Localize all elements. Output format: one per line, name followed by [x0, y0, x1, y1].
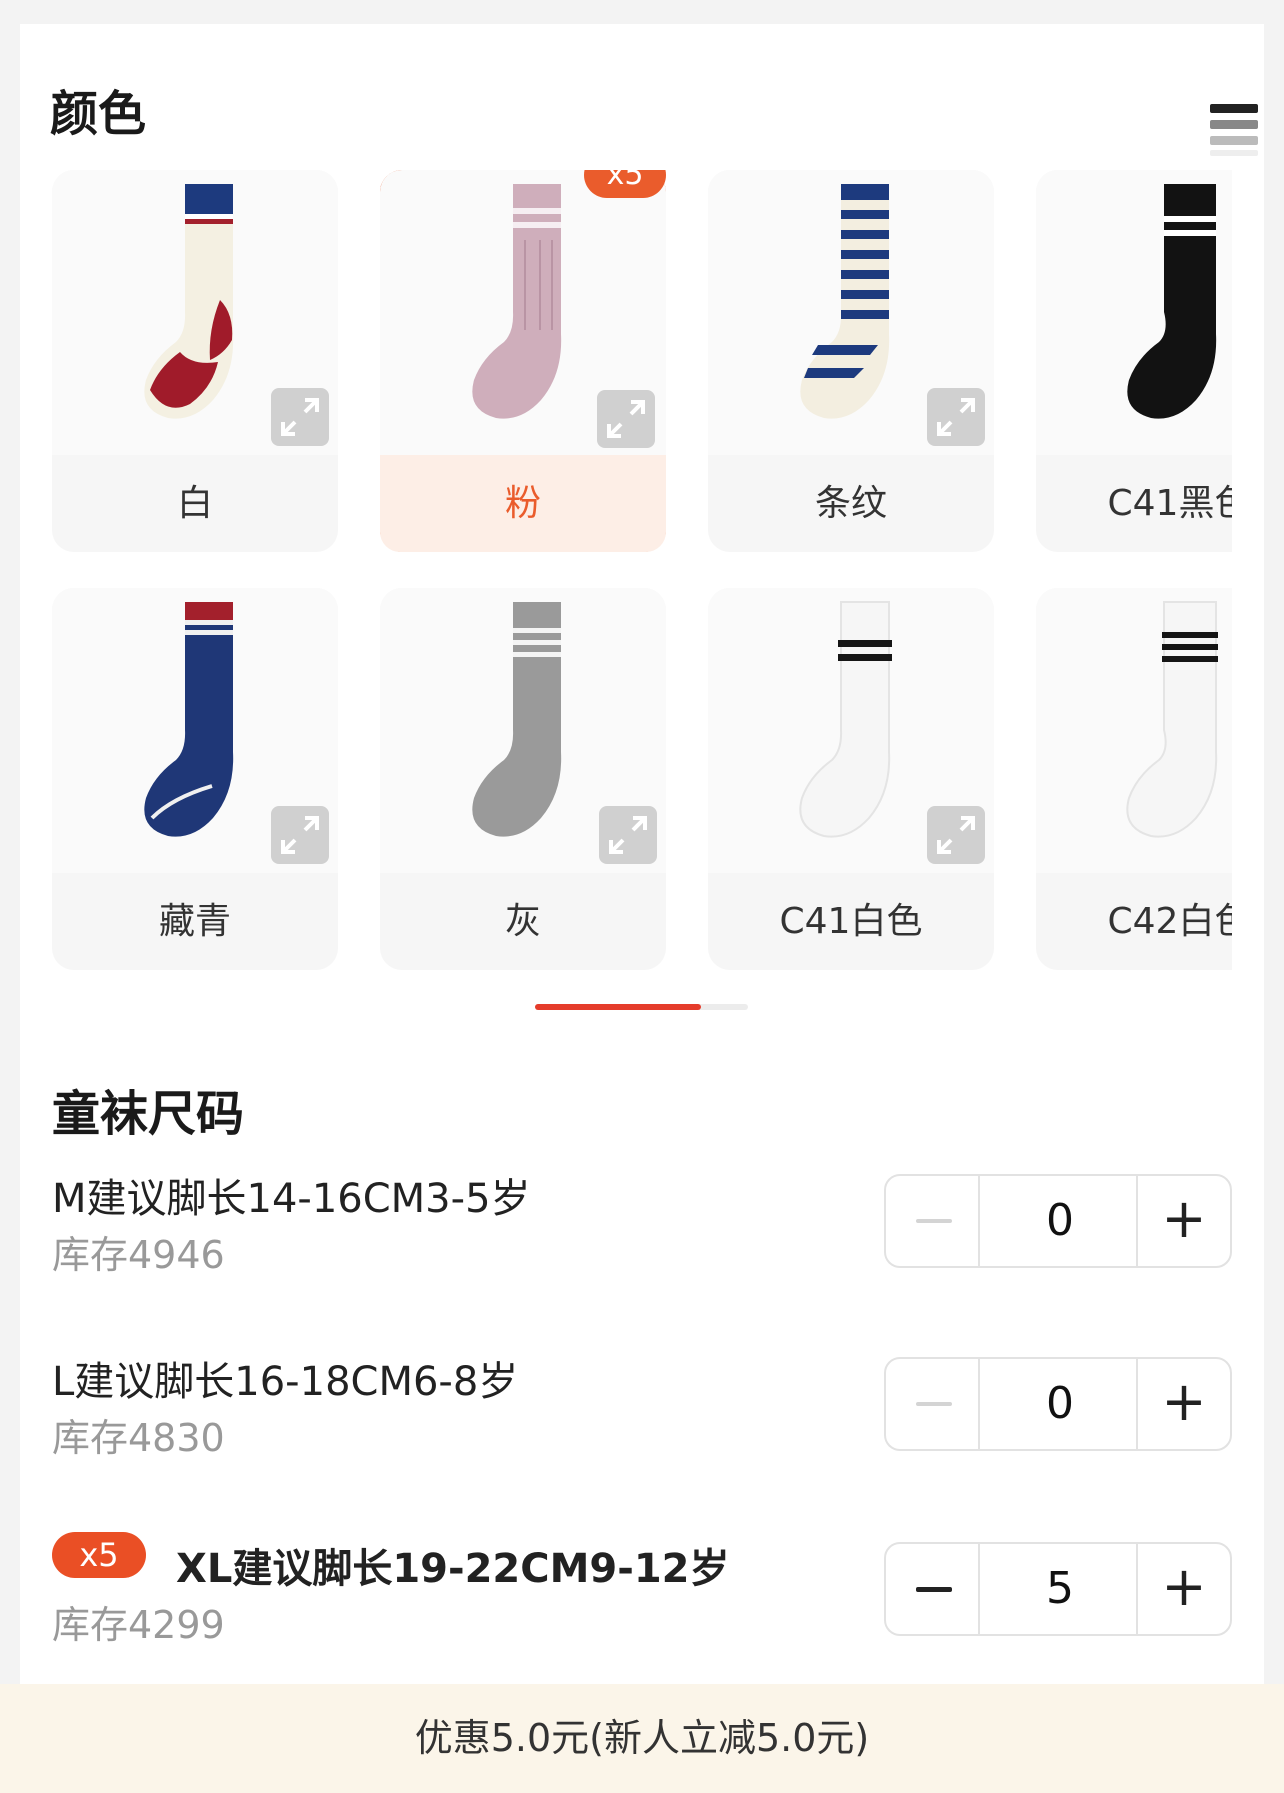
product-image	[1036, 588, 1232, 873]
expand-icon[interactable]	[599, 806, 657, 864]
quantity-value[interactable]: 5	[980, 1544, 1140, 1634]
color-option-stripe[interactable]: 条纹	[708, 170, 994, 552]
color-option-label: 灰	[504, 901, 541, 942]
minus-icon	[916, 1219, 952, 1223]
size-section-title: 童袜尺码	[52, 1086, 245, 1142]
color-section-title: 颜色	[50, 86, 147, 142]
size-name: XL建议脚长19-22CM9-12岁	[176, 1546, 730, 1592]
color-option-label: C42白色	[1107, 901, 1232, 942]
quantity-value[interactable]: 0	[980, 1176, 1140, 1266]
size-row-m: M建议脚长14-16CM3-5岁 库存4946 0 +	[52, 1166, 1232, 1277]
color-option-c42-white[interactable]: C42白色	[1036, 588, 1232, 970]
color-option-gray[interactable]: 灰	[380, 588, 666, 970]
increment-button[interactable]: +	[1136, 1544, 1230, 1634]
size-stock: 库存4830	[52, 1416, 225, 1460]
size-name: M建议脚长14-16CM3-5岁	[52, 1176, 531, 1222]
increment-button[interactable]: +	[1136, 1359, 1230, 1449]
quantity-stepper: 0 +	[884, 1174, 1232, 1268]
color-option-label: C41白色	[779, 901, 923, 942]
color-option-grid: 白 粉 x5 条纹 C41黑 藏青 灰 C41白色 C42白	[52, 170, 1232, 970]
list-view-icon[interactable]	[1210, 104, 1258, 156]
size-stock: 库存4946	[52, 1233, 225, 1277]
minus-icon	[916, 1402, 952, 1406]
size-stock: 库存4299	[52, 1603, 225, 1647]
minus-icon	[916, 1587, 952, 1592]
color-option-c41-black[interactable]: C41黑色	[1036, 170, 1232, 552]
quantity-badge: x5	[584, 170, 666, 198]
increment-button[interactable]: +	[1136, 1176, 1230, 1266]
expand-icon[interactable]	[927, 388, 985, 446]
color-option-label: 白	[176, 483, 213, 524]
expand-icon[interactable]	[597, 390, 655, 448]
color-option-white[interactable]: 白	[52, 170, 338, 552]
quantity-value[interactable]: 0	[980, 1359, 1140, 1449]
color-option-label: 条纹	[814, 483, 887, 524]
size-name: L建议脚长16-18CM6-8岁	[52, 1359, 519, 1405]
expand-icon[interactable]	[927, 806, 985, 864]
decrement-button[interactable]	[886, 1359, 980, 1449]
expand-icon[interactable]	[271, 806, 329, 864]
quantity-stepper: 5 +	[884, 1542, 1232, 1636]
color-option-label: 粉	[380, 455, 666, 552]
color-option-pink[interactable]: 粉 x5	[380, 170, 666, 552]
expand-icon[interactable]	[271, 388, 329, 446]
color-option-label: C41黑色	[1107, 483, 1232, 524]
quantity-stepper: 0 +	[884, 1357, 1232, 1451]
size-row-l: L建议脚长16-18CM6-8岁 库存4830 0 +	[52, 1349, 1232, 1460]
color-option-c41-white[interactable]: C41白色	[708, 588, 994, 970]
decrement-button[interactable]	[886, 1544, 980, 1634]
color-option-navy[interactable]: 藏青	[52, 588, 338, 970]
quantity-badge: x5	[52, 1532, 146, 1578]
scroll-indicator-thumb	[535, 1004, 701, 1010]
color-option-label: 藏青	[158, 901, 231, 942]
size-row-xl: x5 XL建议脚长19-22CM9-12岁 库存4299 5 +	[52, 1532, 1232, 1647]
product-image	[1036, 170, 1232, 455]
discount-bar: 优惠5.0元(新人立减5.0元)	[0, 1684, 1284, 1793]
decrement-button[interactable]	[886, 1176, 980, 1266]
